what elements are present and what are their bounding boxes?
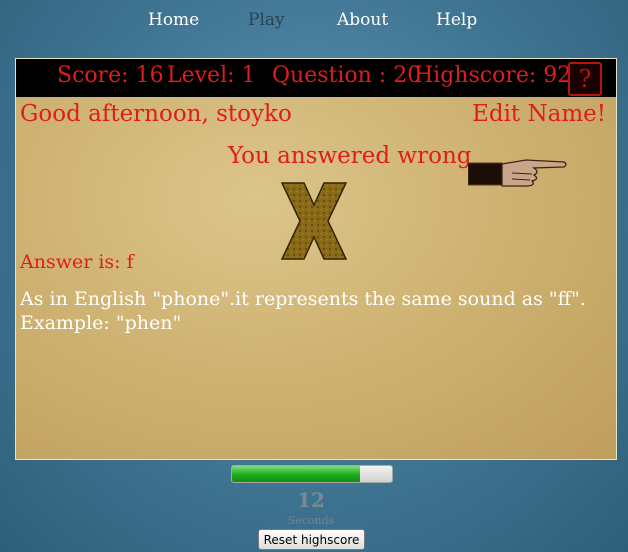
seconds-value: 12 <box>297 488 325 512</box>
seconds-label: Seconds <box>287 514 335 527</box>
pointing-hand-icon <box>468 159 567 187</box>
reset-highscore-button[interactable]: Reset highscore <box>258 529 365 550</box>
timer-progress-bar <box>231 465 393 483</box>
level-display: Level: 1 <box>167 63 256 88</box>
x-mark-icon <box>280 182 348 260</box>
question-display: Question : 20 <box>272 63 422 88</box>
nav-home-link[interactable]: Home <box>148 10 199 30</box>
greeting-text: Good afternoon, stoyko <box>20 101 292 127</box>
top-nav: Home Play About Help <box>0 0 628 40</box>
timer-progress-fill <box>232 466 360 482</box>
explanation-line-1: As in English "phone".it represents the … <box>20 288 586 310</box>
highscore-display: Highscore: 92 <box>414 63 572 88</box>
answer-text: Answer is: f <box>20 251 134 273</box>
score-display: Score: 16 <box>57 63 164 88</box>
explanation-line-2: Example: "phen" <box>20 312 182 334</box>
score-bar: Score: 16 Level: 1 Question : 20 Highsco… <box>16 59 616 97</box>
edit-name-link[interactable]: Edit Name! <box>472 101 606 127</box>
nav-help-link[interactable]: Help <box>436 10 477 30</box>
game-panel: Score: 16 Level: 1 Question : 20 Highsco… <box>15 58 617 460</box>
nav-play-link[interactable]: Play <box>248 10 285 30</box>
nav-about-link[interactable]: About <box>337 10 388 30</box>
explanation-text: As in English "phone".it represents the … <box>20 287 610 335</box>
result-message: You answered wrong <box>228 143 472 169</box>
question-mark-icon[interactable]: ? <box>568 62 602 96</box>
